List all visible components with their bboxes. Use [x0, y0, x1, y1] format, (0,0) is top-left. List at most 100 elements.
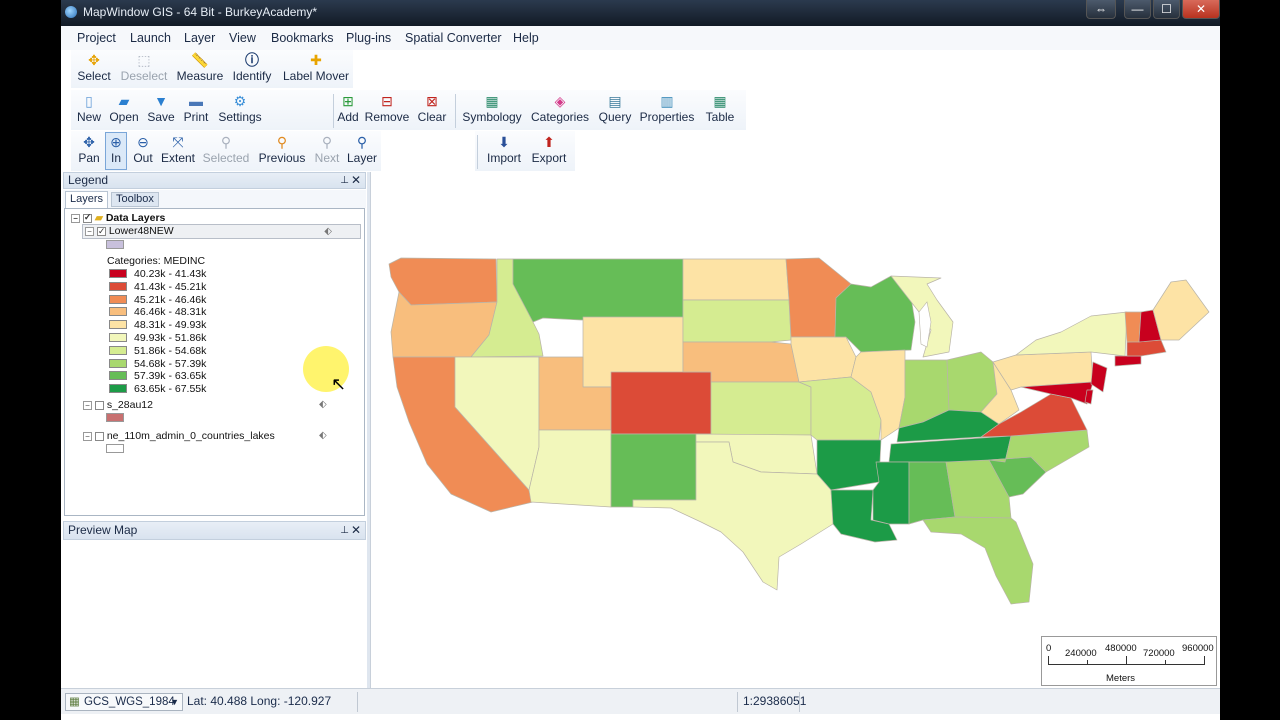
projection-dropdown[interactable]: ▦ GCS_WGS_1984 ▼ — [65, 693, 183, 711]
globe-icon: ▦ — [69, 696, 80, 708]
table-button[interactable]: ▦ Table — [700, 93, 740, 124]
minimize-button[interactable]: — — [1124, 0, 1151, 19]
collapse-icon[interactable]: − — [85, 226, 94, 236]
expand-icon[interactable]: − — [83, 431, 92, 441]
layer-ne-110m-countries-lakes[interactable]: − ne_110m_admin_0_countries_lakes — [83, 430, 275, 442]
open-button[interactable]: ▰ Open — [107, 93, 141, 124]
menu-spatial-converter[interactable]: Spatial Converter — [405, 31, 502, 45]
import-icon: ⬇ — [498, 134, 510, 150]
zoom-layer-button[interactable]: ⚲ Layer — [345, 134, 379, 165]
save-icon: ▼ — [154, 93, 168, 109]
export-button[interactable]: ⬆ Export — [529, 134, 569, 165]
menu-launch[interactable]: Launch — [130, 31, 171, 45]
add-layer-button[interactable]: ⊞ Add — [333, 93, 363, 124]
pin-icon[interactable]: ⊥ — [340, 173, 349, 188]
symbology-button[interactable]: ▦ Symbology — [460, 93, 524, 124]
legend-title: Legend — [68, 173, 109, 187]
measure-button[interactable]: 📏 Measure — [175, 52, 225, 83]
close-icon[interactable]: ✕ — [351, 522, 361, 539]
app-globe-icon — [65, 6, 77, 18]
close-window-button[interactable]: ✕ — [1182, 0, 1220, 19]
categories-button[interactable]: ◈ Categories — [529, 93, 591, 124]
properties-icon: ▥ — [660, 93, 674, 109]
deselect-button[interactable]: ⬚ Deselect — [119, 52, 169, 83]
status-divider — [799, 692, 800, 712]
layer-checkbox[interactable] — [96, 225, 106, 238]
map-canvas[interactable]: 0 240000 480000 720000 960000 Meters — [303, 172, 1220, 688]
printer-icon: ▬ — [189, 93, 203, 109]
scale-tick-label: 960000 — [1182, 643, 1214, 654]
state-iowa — [790, 336, 857, 383]
menu-bookmarks[interactable]: Bookmarks — [271, 31, 334, 45]
pan-button[interactable]: ✥ Pan — [75, 134, 103, 165]
state-washington — [388, 257, 498, 306]
menu-layer[interactable]: Layer — [184, 31, 215, 45]
categories-icon: ◈ — [554, 93, 566, 109]
layer-swatch — [106, 413, 124, 422]
scale-tick-label: 720000 — [1143, 648, 1175, 659]
label-tag-icon[interactable]: ⬖ — [319, 399, 327, 410]
settings-button[interactable]: ⚙ Settings — [216, 93, 264, 124]
clear-layers-button[interactable]: ⊠ Clear — [413, 93, 451, 124]
zoom-selected-icon: ⚲ — [220, 134, 232, 150]
category-label: 41.43k - 45.21k — [134, 280, 207, 293]
zoom-extent-button[interactable]: ⤧ Extent — [159, 134, 197, 165]
label-tag-icon[interactable]: ⬖ — [324, 225, 332, 238]
save-button[interactable]: ▼ Save — [145, 93, 177, 124]
state-florida — [922, 516, 1034, 605]
expand-icon[interactable]: − — [83, 400, 92, 410]
previous-zoom-button[interactable]: ⚲ Previous — [257, 134, 307, 165]
collapse-icon[interactable]: − — [71, 213, 80, 223]
layer-checkbox[interactable] — [94, 431, 104, 441]
state-mississippi — [872, 461, 910, 525]
menu-help[interactable]: Help — [513, 31, 539, 45]
clear-layers-icon: ⊠ — [426, 93, 438, 109]
remove-layer-button[interactable]: ⊟ Remove — [364, 93, 410, 124]
category-label: 51.86k - 54.68k — [134, 344, 207, 357]
import-button[interactable]: ⬇ Import — [483, 134, 525, 165]
select-button[interactable]: ✥ Select — [75, 52, 113, 83]
tab-toolbox[interactable]: Toolbox — [111, 192, 159, 207]
zoom-in-icon: ⊕ — [110, 134, 122, 150]
maximize-button[interactable]: ☐ — [1153, 0, 1180, 19]
category-swatch — [109, 358, 127, 368]
category-swatch — [109, 384, 127, 394]
scale-tick-label: 480000 — [1105, 643, 1137, 654]
switch-window-button[interactable]: ⇔ — [1086, 0, 1116, 19]
category-swatch — [109, 333, 127, 342]
print-button[interactable]: ▬ Print — [180, 93, 212, 124]
remove-layer-icon: ⊟ — [381, 93, 393, 109]
data-layers-group[interactable]: − ▰ Data Layers — [71, 212, 165, 224]
category-swatch — [109, 320, 127, 330]
map-scale-readout: 1:29386051 — [743, 694, 807, 708]
group-checkbox[interactable] — [82, 212, 92, 223]
toolbar-separator — [477, 135, 478, 169]
zoom-out-button[interactable]: ⊖ Out — [130, 134, 156, 165]
zoom-in-button[interactable]: ⊕ In — [105, 132, 127, 170]
identify-button[interactable]: ⓘ Identify — [229, 52, 275, 83]
state-new-jersey — [1090, 361, 1108, 393]
properties-button[interactable]: ▥ Properties — [638, 93, 696, 124]
category-label: 54.68k - 57.39k — [134, 357, 207, 370]
layer-checkbox[interactable] — [94, 400, 104, 410]
preview-map[interactable] — [64, 540, 365, 686]
layer-s-28au12[interactable]: − s_28au12 — [83, 399, 153, 411]
new-button[interactable]: ▯ New — [75, 93, 103, 124]
layer-lower48new[interactable]: − Lower48NEW ⬖ — [82, 224, 361, 239]
scale-tick — [1126, 656, 1127, 665]
query-button[interactable]: ▤ Query — [596, 93, 634, 124]
layer-swatch — [106, 240, 124, 249]
zoom-selected-button[interactable]: ⚲ Selected — [201, 134, 251, 165]
menu-view[interactable]: View — [229, 31, 256, 45]
tab-layers[interactable]: Layers — [65, 191, 109, 208]
file-layer-toolbar: ▯ New ▰ Open ▼ Save ▬ Print ⚙ Settings ⊞ Add ⊟… — [71, 90, 746, 130]
label-mover-button[interactable]: ✚ Label Mover — [281, 52, 351, 83]
pin-icon[interactable]: ⊥ — [340, 522, 349, 539]
menu-project[interactable]: Project — [77, 31, 116, 45]
label-tag-icon[interactable]: ⬖ — [319, 430, 327, 441]
zoom-layer-icon: ⚲ — [356, 134, 368, 150]
close-icon[interactable]: ✕ — [351, 173, 361, 188]
category-swatch — [109, 371, 127, 381]
menu-plugins[interactable]: Plug-ins — [346, 31, 391, 45]
next-zoom-button[interactable]: ⚲ Next — [311, 134, 343, 165]
